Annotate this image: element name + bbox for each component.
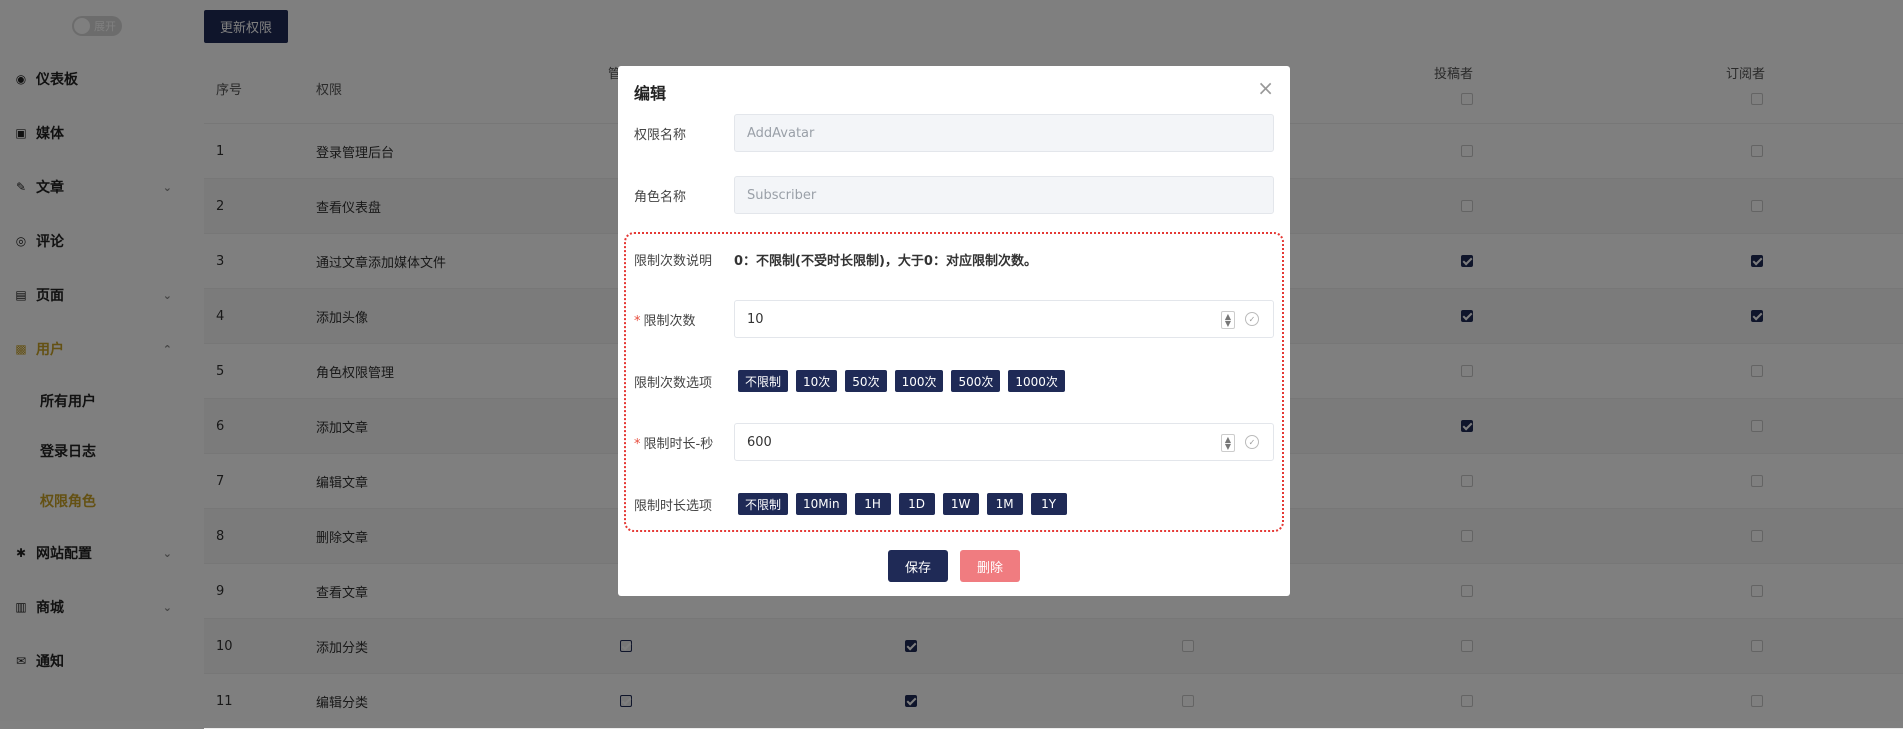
app: 展开 ◉ 仪表板 ▣ 媒体 ✎ 文章 ⌄ ◎ 评论 ▤ 页面 xyxy=(0,0,1903,729)
required-mark: * xyxy=(634,313,641,329)
limit-duration-option-chip[interactable]: 1D xyxy=(898,493,935,515)
row-limit-duration: * 限制时长-秒 600 ▲ ▼ ✓ xyxy=(634,423,1274,461)
delete-button[interactable]: 删除 xyxy=(960,550,1020,582)
limit-count-options: 不限制 10次 50次 100次 500次 1000次 xyxy=(734,370,1065,392)
limit-duration-option-chip[interactable]: 1H xyxy=(854,493,891,515)
limit-duration-value: 600 xyxy=(747,434,772,450)
limit-count-option-chip[interactable]: 500次 xyxy=(951,370,1001,392)
row-limit-count-options: 限制次数选项 不限制 10次 50次 100次 500次 1000次 xyxy=(634,369,1274,393)
save-button[interactable]: 保存 xyxy=(888,550,948,582)
modal-footer: 保存 删除 xyxy=(618,550,1290,582)
limit-duration-option-chip[interactable]: 10Min xyxy=(796,493,847,515)
limit-duration-label: * 限制时长-秒 xyxy=(634,433,734,452)
limit-count-label-text: 限制次数 xyxy=(643,313,696,329)
row-role-name: 角色名称 Subscriber xyxy=(634,176,1274,214)
number-stepper-icon[interactable]: ▲ ▼ xyxy=(1221,434,1235,452)
limit-duration-option-chip[interactable]: 1Y xyxy=(1030,493,1067,515)
row-permission-name: 权限名称 AddAvatar xyxy=(634,114,1274,152)
limit-count-option-chip[interactable]: 50次 xyxy=(845,370,887,392)
limit-duration-option-chip[interactable]: 1W xyxy=(942,493,979,515)
limit-duration-options: 不限制 10Min 1H 1D 1W 1M 1Y xyxy=(734,493,1067,515)
number-stepper-icon[interactable]: ▲ ▼ xyxy=(1221,311,1235,329)
row-limit-count: * 限制次数 10 ▲ ▼ ✓ xyxy=(634,300,1274,338)
limit-count-value: 10 xyxy=(747,311,764,327)
limit-description-label: 限制次数说明 xyxy=(634,253,713,269)
limit-count-option-chip[interactable]: 100次 xyxy=(894,370,944,392)
limit-count-label: * 限制次数 xyxy=(634,310,734,329)
row-limit-duration-options: 限制时长选项 不限制 10Min 1H 1D 1W 1M 1Y xyxy=(634,492,1274,516)
permission-name-input[interactable]: AddAvatar xyxy=(734,114,1274,152)
limit-duration-input[interactable]: 600 ▲ ▼ ✓ xyxy=(734,423,1274,461)
check-circle-icon: ✓ xyxy=(1245,435,1259,449)
modal-title: 编辑 xyxy=(634,84,667,103)
role-name-label: 角色名称 xyxy=(634,189,687,205)
limit-duration-label-text: 限制时长-秒 xyxy=(643,436,714,452)
limit-description-text: 0：不限制(不受时长限制)，大于0：对应限制次数。 xyxy=(734,253,1037,269)
limit-count-input[interactable]: 10 ▲ ▼ ✓ xyxy=(734,300,1274,338)
limit-duration-option-chip[interactable]: 不限制 xyxy=(738,493,789,515)
edit-modal: 编辑 × 权限名称 AddAvatar 角色名称 Subscriber 限制次数… xyxy=(618,66,1290,596)
required-mark: * xyxy=(634,436,641,452)
close-icon[interactable]: × xyxy=(1257,78,1274,98)
row-limit-description: 限制次数说明 0：不限制(不受时长限制)，大于0：对应限制次数。 xyxy=(634,248,1274,270)
limit-count-options-label: 限制次数选项 xyxy=(634,375,713,391)
permission-name-label: 权限名称 xyxy=(634,127,687,143)
check-circle-icon: ✓ xyxy=(1245,312,1259,326)
limit-count-option-chip[interactable]: 不限制 xyxy=(738,370,789,392)
limit-duration-option-chip[interactable]: 1M xyxy=(986,493,1023,515)
role-name-input[interactable]: Subscriber xyxy=(734,176,1274,214)
limit-count-option-chip[interactable]: 1000次 xyxy=(1008,370,1065,392)
limit-duration-options-label: 限制时长选项 xyxy=(634,498,713,514)
limit-count-option-chip[interactable]: 10次 xyxy=(796,370,838,392)
